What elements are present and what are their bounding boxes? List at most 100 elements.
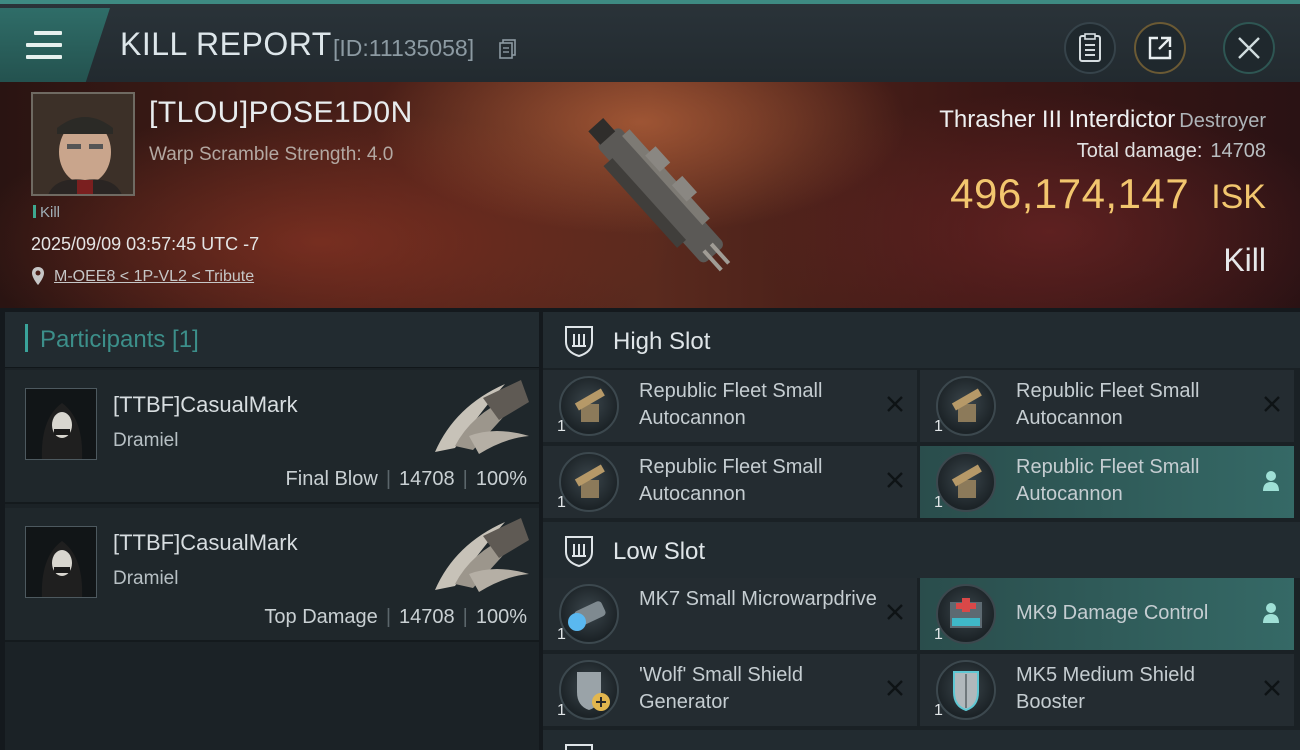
menu-button[interactable] bbox=[0, 8, 110, 82]
module-name: MK9 Damage Control bbox=[1016, 602, 1209, 624]
module-quantity: 1 bbox=[557, 626, 566, 643]
participants-header: Participants [1] bbox=[5, 312, 539, 368]
autocannon-icon bbox=[936, 452, 996, 512]
shield-slot-icon bbox=[565, 326, 593, 358]
module-name: 'Wolf' Small Shield Generator bbox=[639, 664, 803, 713]
module-name: Republic Fleet Small Autocannon bbox=[1016, 456, 1200, 505]
kill-result: Kill bbox=[1223, 242, 1266, 278]
kill-datetime: 2025/09/09 03:57:45 UTC -7 bbox=[31, 234, 260, 254]
participant-ship: Dramiel bbox=[113, 568, 179, 589]
module-quantity: 1 bbox=[934, 418, 943, 435]
destroyed-x-icon bbox=[887, 472, 903, 488]
notes-button[interactable] bbox=[1064, 22, 1116, 74]
menu-icon bbox=[26, 31, 62, 61]
participant-name[interactable]: [TTBF]CasualMark bbox=[113, 392, 298, 418]
participant-stats: Top Damage | 14708 | 100% bbox=[264, 606, 527, 628]
participant-ship: Dramiel bbox=[113, 430, 179, 451]
participant-avatar bbox=[25, 526, 97, 598]
total-damage-value: 14708 bbox=[1210, 140, 1266, 162]
page-title: KILL REPORT bbox=[120, 26, 332, 62]
module-quantity: 1 bbox=[934, 626, 943, 643]
module-card[interactable]: 1 Republic Fleet Small Autocannon bbox=[920, 370, 1294, 442]
title-bar: KILL REPORT [ID:11135058] bbox=[0, 0, 1300, 82]
module-name: MK7 Small Microwarpdrive bbox=[639, 588, 877, 610]
victim-ship-image bbox=[588, 117, 731, 272]
participant-role: Final Blow bbox=[285, 468, 378, 490]
participant-name[interactable]: [TTBF]CasualMark bbox=[113, 530, 298, 556]
destroyed-x-icon bbox=[887, 680, 903, 696]
isk-unit: ISK bbox=[1211, 178, 1266, 216]
module-name: Republic Fleet Small Autocannon bbox=[639, 456, 823, 505]
participant-percent: 100% bbox=[475, 606, 527, 628]
microwarpdrive-icon bbox=[559, 584, 619, 644]
module-quantity: 1 bbox=[557, 702, 566, 719]
module-name: MK5 Medium Shield Booster bbox=[1016, 664, 1195, 713]
module-quantity: 1 bbox=[557, 418, 566, 435]
module-name: Republic Fleet Small Autocannon bbox=[639, 380, 823, 429]
participant-ship-image bbox=[435, 380, 529, 454]
module-card[interactable]: 1 Republic Fleet Small Autocannon bbox=[543, 370, 917, 442]
kill-location-link[interactable]: M-OEE8 < 1P-VL2 < Tribute bbox=[54, 268, 254, 286]
participants-title: Participants [1] bbox=[40, 326, 199, 353]
participant-card[interactable]: [TTBF]CasualMark Dramiel Final Blow | 1470… bbox=[5, 370, 539, 504]
participant-ship-image bbox=[435, 518, 529, 592]
high-slot-header: High Slot bbox=[543, 312, 1300, 368]
dropped-person-icon bbox=[1263, 603, 1279, 623]
total-damage: Total damage: 14708 bbox=[1077, 140, 1266, 163]
dropped-person-icon bbox=[1263, 471, 1279, 491]
close-button[interactable] bbox=[1223, 22, 1275, 74]
victim-ship-name[interactable]: Thrasher III Interdictor Destroyer bbox=[939, 106, 1266, 134]
module-quantity: 1 bbox=[934, 494, 943, 511]
share-icon bbox=[1148, 36, 1172, 60]
close-icon bbox=[1238, 37, 1260, 59]
destroyed-x-icon bbox=[1264, 680, 1280, 696]
low-slot-header: Low Slot bbox=[543, 522, 1300, 578]
high-slot-label: High Slot bbox=[613, 328, 711, 355]
module-card[interactable]: 1 MK5 Medium Shield Booster bbox=[920, 654, 1294, 726]
participant-card[interactable]: [TTBF]CasualMark Dramiel Top Damage | 1470… bbox=[5, 508, 539, 642]
isk-amount: 496,174,147 bbox=[950, 170, 1190, 217]
ship-class: Destroyer bbox=[1179, 110, 1266, 132]
kill-tag: Kill bbox=[33, 204, 60, 221]
participant-portrait-image bbox=[26, 389, 96, 459]
participant-damage: 14708 bbox=[399, 606, 455, 628]
autocannon-icon bbox=[559, 376, 619, 436]
share-button[interactable] bbox=[1134, 22, 1186, 74]
victim-attribute: Warp Scramble Strength: 4.0 bbox=[149, 144, 394, 165]
autocannon-icon bbox=[559, 452, 619, 512]
location-pin-icon bbox=[32, 267, 44, 285]
pilot-portrait-image bbox=[33, 94, 133, 194]
module-quantity: 1 bbox=[934, 702, 943, 719]
module-card[interactable]: 1 MK7 Small Microwarpdrive bbox=[543, 578, 917, 650]
header-accent-bar bbox=[25, 324, 28, 352]
module-card[interactable]: 1 Republic Fleet Small Autocannon bbox=[543, 446, 917, 518]
mid-slot-header bbox=[543, 730, 1300, 750]
module-name: Republic Fleet Small Autocannon bbox=[1016, 380, 1200, 429]
autocannon-icon bbox=[936, 376, 996, 436]
victim-name[interactable]: [TLOU]POSE1D0N bbox=[149, 96, 413, 130]
shield-slot-icon bbox=[565, 744, 593, 750]
participant-role: Top Damage bbox=[264, 606, 378, 628]
participants-panel: Participants [1] [TTBF]CasualMark Dramie… bbox=[5, 312, 539, 750]
destroyed-x-icon bbox=[887, 604, 903, 620]
victim-banner: [TLOU]POSE1D0N Warp Scramble Strength: 4… bbox=[0, 82, 1300, 308]
low-slot-label: Low Slot bbox=[613, 538, 706, 565]
ship-type: Thrasher III Interdictor bbox=[939, 106, 1176, 133]
notes-icon bbox=[1079, 33, 1101, 62]
module-quantity: 1 bbox=[557, 494, 566, 511]
total-damage-label: Total damage: bbox=[1076, 140, 1203, 162]
module-card[interactable]: 1 Republic Fleet Small Autocannon bbox=[920, 446, 1294, 518]
kill-report-id: [ID:11135058] bbox=[333, 35, 475, 61]
fitting-panel: High Slot 1 Republic Fleet Small Autocan… bbox=[543, 312, 1300, 750]
shield-slot-icon bbox=[565, 536, 593, 568]
destroyed-x-icon bbox=[1264, 396, 1280, 412]
shield-booster-icon bbox=[936, 660, 996, 720]
module-card[interactable]: 1 'Wolf' Small Shield Generator bbox=[543, 654, 917, 726]
participant-percent: 100% bbox=[475, 468, 527, 490]
module-card[interactable]: 1 MK9 Damage Control bbox=[920, 578, 1294, 650]
damage-control-icon bbox=[936, 584, 996, 644]
participant-portrait-image bbox=[26, 527, 96, 597]
victim-portrait[interactable] bbox=[31, 92, 135, 196]
copy-icon[interactable] bbox=[499, 39, 516, 59]
participant-damage: 14708 bbox=[399, 468, 455, 490]
